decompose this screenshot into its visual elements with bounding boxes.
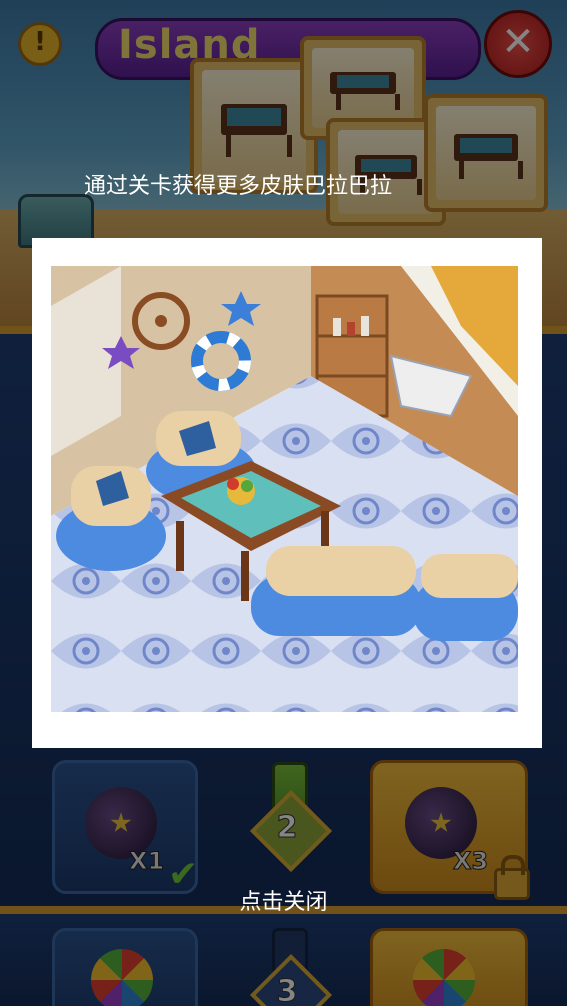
skin-hint-text: 通过关卡获得更多皮肤巴拉巴拉 [84, 174, 393, 199]
room-preview-image [51, 266, 518, 712]
tap-to-close-text[interactable]: 点击关闭 [0, 884, 567, 916]
